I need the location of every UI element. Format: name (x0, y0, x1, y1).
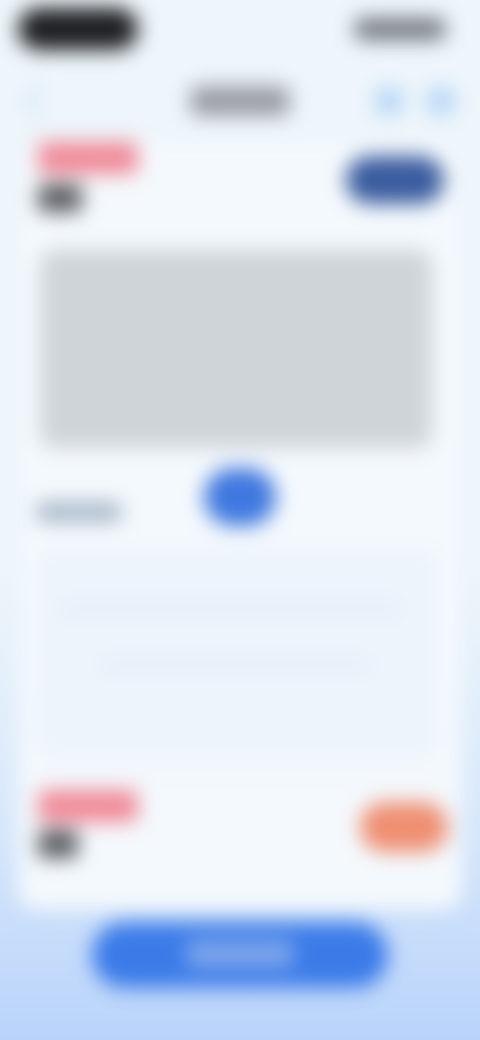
status-pill (18, 8, 138, 50)
second-product-label (38, 790, 138, 822)
faint-line (60, 606, 400, 612)
divider (34, 774, 442, 776)
media-placeholder (40, 250, 432, 448)
second-product-subtext (38, 830, 78, 858)
primary-action-label (186, 940, 294, 968)
header-action-icon[interactable] (426, 86, 456, 116)
product-label (38, 142, 138, 174)
back-arrow-icon[interactable] (22, 82, 60, 120)
section-label (36, 502, 122, 522)
blurred-ui (0, 0, 480, 1040)
status-indicators (354, 18, 446, 40)
top-action-button[interactable] (346, 156, 444, 204)
secondary-action-button[interactable] (360, 802, 448, 852)
toggle-button[interactable] (204, 468, 276, 526)
product-subtext (38, 184, 82, 212)
header-action-icon[interactable] (374, 86, 404, 116)
page-title (190, 86, 290, 116)
info-panel (36, 548, 440, 758)
faint-line (100, 662, 370, 668)
